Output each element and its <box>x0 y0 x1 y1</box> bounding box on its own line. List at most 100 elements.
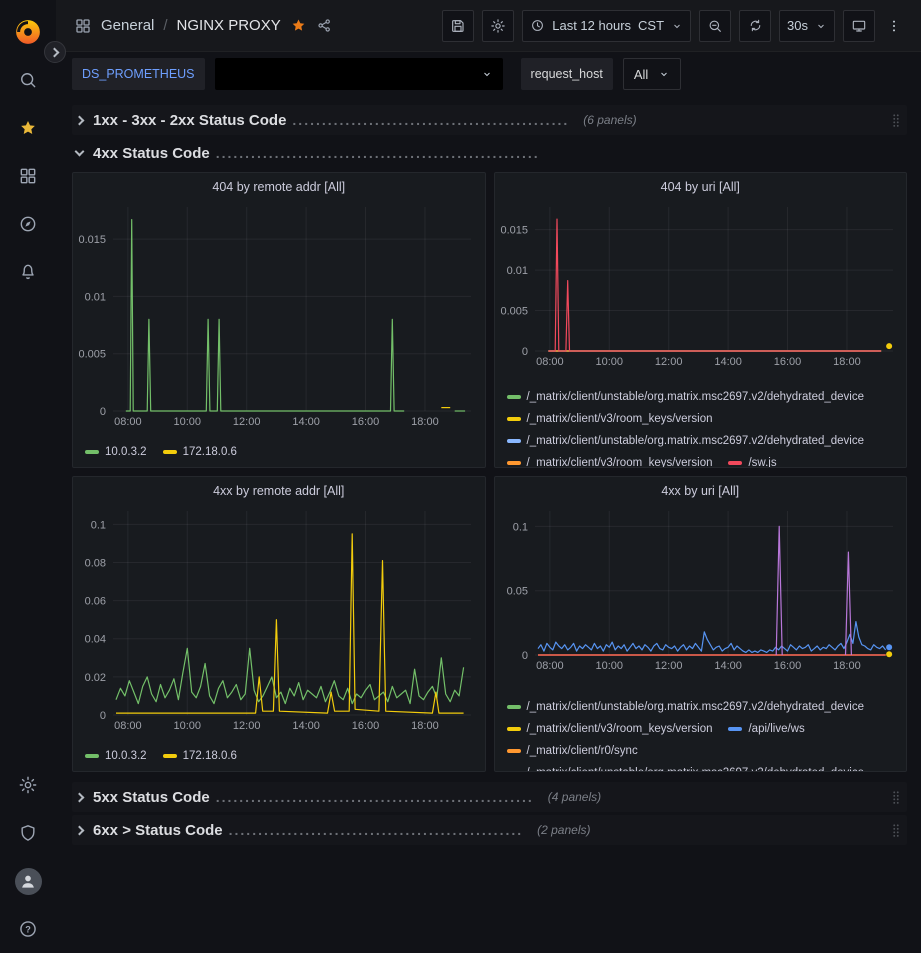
share-icon[interactable] <box>316 17 333 34</box>
legend-item[interactable]: /_matrix/client/unstable/org.matrix.msc2… <box>507 762 865 771</box>
legend-item[interactable]: /_matrix/client/v3/room_keys/version <box>507 718 713 740</box>
svg-text:10:00: 10:00 <box>595 356 623 368</box>
datasource-variable-value[interactable] <box>215 58 503 90</box>
row-title-dots: ........................................… <box>229 822 523 838</box>
dashboard-title[interactable]: NGINX PROXY <box>177 17 281 34</box>
row-header-6xx[interactable]: 6xx > Status Code ......................… <box>72 815 907 845</box>
panel-title: 4xx by uri [All] <box>661 484 739 498</box>
panel-title: 4xx by remote addr [All] <box>213 484 344 498</box>
save-icon <box>450 18 466 34</box>
legend-item[interactable]: /_matrix/client/v3/room_keys/version <box>507 452 713 467</box>
panel-legend: 10.0.3.2 172.18.0.6 <box>73 441 485 467</box>
clock-icon <box>530 18 545 33</box>
monitor-icon <box>851 18 867 34</box>
svg-text:0.04: 0.04 <box>85 634 106 646</box>
svg-text:0.005: 0.005 <box>78 349 106 361</box>
legend-item[interactable]: 10.0.3.2 <box>85 745 147 767</box>
row-header-4xx[interactable]: 4xx Status Code ........................… <box>72 138 907 168</box>
server-admin-shield-icon[interactable] <box>6 813 50 853</box>
alerting-bell-icon[interactable] <box>6 252 50 292</box>
dashboards-icon[interactable] <box>6 156 50 196</box>
breadcrumb-folder[interactable]: General <box>101 17 154 34</box>
time-series-plot[interactable]: 00.020.040.060.080.108:0010:0012:0014:00… <box>73 505 485 733</box>
datasource-variable-label[interactable]: DS_PROMETHEUS <box>72 58 205 90</box>
legend-item[interactable]: /_matrix/client/unstable/org.matrix.msc2… <box>507 430 865 452</box>
legend-item[interactable]: /_matrix/client/v3/room_keys/version <box>507 408 713 430</box>
dashboard-settings-button[interactable] <box>482 10 514 42</box>
more-options-button[interactable] <box>883 10 905 42</box>
grafana-app: ? General / NGINX PROXY <box>0 0 921 953</box>
panel-header[interactable]: 404 by uri [All] <box>495 173 907 201</box>
help-icon[interactable]: ? <box>6 909 50 949</box>
chevron-right-icon <box>75 792 85 802</box>
sidebar-bottom: ? <box>6 761 50 953</box>
legend-swatch <box>507 417 521 421</box>
panel-header[interactable]: 4xx by uri [All] <box>495 477 907 505</box>
user-avatar[interactable] <box>6 861 50 901</box>
row-title: 6xx > Status Code <box>93 822 223 839</box>
refresh-button[interactable] <box>739 10 771 42</box>
grafana-logo[interactable] <box>6 12 50 52</box>
time-series-chart[interactable]: 00.0050.010.01508:0010:0012:0014:0016:00… <box>495 201 907 374</box>
time-series-chart[interactable]: 00.050.108:0010:0012:0014:0016:0018:00 <box>495 505 907 678</box>
svg-text:0: 0 <box>100 710 106 722</box>
chevron-down-icon <box>671 20 683 32</box>
legend-item[interactable]: /api/live/ws <box>728 718 804 740</box>
legend-label: /_matrix/client/unstable/org.matrix.msc2… <box>527 767 865 771</box>
svg-text:0: 0 <box>521 346 527 358</box>
explore-compass-icon[interactable] <box>6 204 50 244</box>
save-dashboard-button[interactable] <box>442 10 474 42</box>
row-panel-count: (6 panels) <box>583 113 636 127</box>
sidebar-expand-button[interactable] <box>44 41 66 63</box>
row-drag-handle-icon[interactable] <box>889 110 903 130</box>
svg-text:0.01: 0.01 <box>506 265 527 277</box>
time-series-chart[interactable]: 00.0050.010.01508:0010:0012:0014:0016:00… <box>73 201 485 434</box>
svg-text:0.08: 0.08 <box>85 557 106 569</box>
row-drag-handle-icon[interactable] <box>889 820 903 840</box>
row-header-5xx[interactable]: 5xx Status Code ........................… <box>72 782 907 812</box>
panel-legend: /_matrix/client/unstable/org.matrix.msc2… <box>495 374 907 467</box>
legend-swatch <box>728 461 742 465</box>
row-title: 5xx Status Code <box>93 789 210 806</box>
legend-item[interactable]: /_matrix/client/unstable/org.matrix.msc2… <box>507 386 865 408</box>
tv-mode-button[interactable] <box>843 10 875 42</box>
svg-text:08:00: 08:00 <box>114 416 142 428</box>
legend-item[interactable]: 10.0.3.2 <box>85 441 147 463</box>
legend-item[interactable]: /sw.js <box>728 452 776 467</box>
panel-header[interactable]: 404 by remote addr [All] <box>73 173 485 201</box>
request-host-variable-label: request_host <box>521 58 613 90</box>
configuration-gear-icon[interactable] <box>6 765 50 805</box>
time-series-plot[interactable]: 00.0050.010.01508:0010:0012:0014:0016:00… <box>495 201 907 369</box>
row-header-1xx-3xx-2xx[interactable]: 1xx - 3xx - 2xx Status Code ............… <box>72 105 907 135</box>
refresh-interval-picker[interactable]: 30s <box>779 10 835 42</box>
svg-text:10:00: 10:00 <box>174 720 202 732</box>
panel-header[interactable]: 4xx by remote addr [All] <box>73 477 485 505</box>
legend-swatch <box>507 727 521 731</box>
svg-text:0.005: 0.005 <box>500 306 528 318</box>
legend-item[interactable]: /_matrix/client/r0/sync <box>507 740 638 762</box>
legend-swatch <box>507 705 521 709</box>
svg-text:18:00: 18:00 <box>833 660 861 672</box>
panel-legend: /_matrix/client/unstable/org.matrix.msc2… <box>495 678 907 771</box>
search-icon[interactable] <box>6 60 50 100</box>
time-range-picker[interactable]: Last 12 hours CST <box>522 10 691 42</box>
time-series-chart[interactable]: 00.020.040.060.080.108:0010:0012:0014:00… <box>73 505 485 738</box>
svg-text:0: 0 <box>100 406 106 418</box>
time-zone-label: CST <box>638 18 664 33</box>
svg-text:12:00: 12:00 <box>654 356 682 368</box>
legend-label: 172.18.0.6 <box>183 750 237 762</box>
legend-label: /_matrix/client/v3/room_keys/version <box>527 457 713 467</box>
panel-title: 404 by remote addr [All] <box>212 180 345 194</box>
zoom-out-time-button[interactable] <box>699 10 731 42</box>
svg-text:12:00: 12:00 <box>233 416 261 428</box>
time-series-plot[interactable]: 00.0050.010.01508:0010:0012:0014:0016:00… <box>73 201 485 429</box>
request-host-variable-value[interactable]: All <box>623 58 681 90</box>
time-series-plot[interactable]: 00.050.108:0010:0012:0014:0016:0018:00 <box>495 505 907 673</box>
legend-item[interactable]: /_matrix/client/unstable/org.matrix.msc2… <box>507 696 865 718</box>
row-drag-handle-icon[interactable] <box>889 787 903 807</box>
legend-item[interactable]: 172.18.0.6 <box>163 745 237 767</box>
favorite-star-icon[interactable] <box>290 17 307 34</box>
legend-item[interactable]: 172.18.0.6 <box>163 441 237 463</box>
chevron-right-icon <box>75 115 85 125</box>
starred-dashboards-icon[interactable] <box>6 108 50 148</box>
